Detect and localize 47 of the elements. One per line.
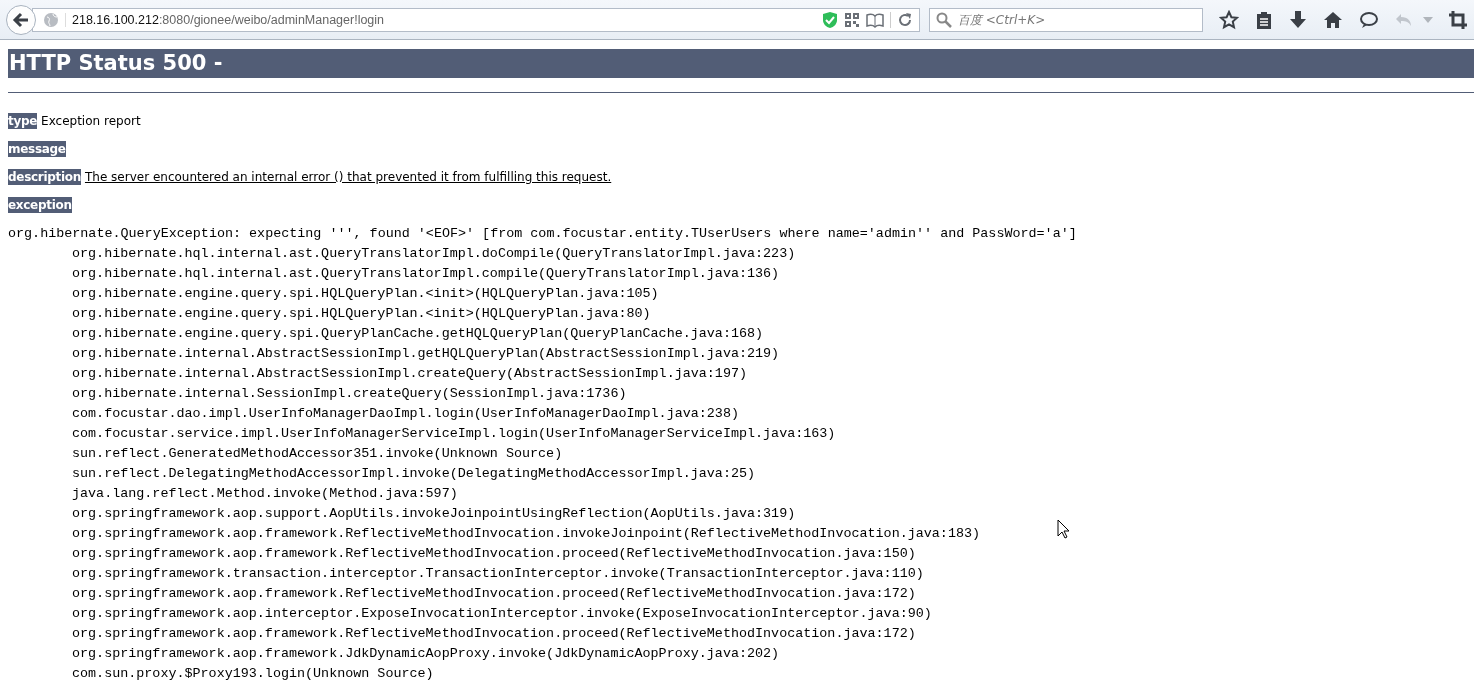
stack-trace-line: org.hibernate.internal.AbstractSessionImpl.getHQLQueryPlan(AbstractSessionImpl.java:219): [71, 345, 780, 363]
stack-trace-line: com.focustar.dao.impl.UserInfoManagerDaoImpl.login(UserInfoManagerDaoImpl.java:238): [71, 405, 739, 423]
stack-trace-line: com.focustar.service.impl.UserInfoManagerServiceImpl.login(UserInfoManagerServiceImpl.java:163): [71, 425, 836, 443]
stack-trace-line: org.springframework.transaction.interceptor.TransactionInterceptor.invoke(TransactionInterceptor.java:110): [71, 565, 924, 583]
stack-trace-line: org.hibernate.internal.SessionImpl.createQuery(SessionImpl.java:1736): [71, 385, 627, 403]
stack-trace-line: org.hibernate.hql.internal.ast.QueryTranslatorImpl.doCompile(QueryTranslatorImpl.java:223): [71, 245, 796, 263]
field-value: Exception report: [41, 114, 141, 128]
stack-trace-line: org.springframework.aop.interceptor.ExposeInvocationInterceptor.invoke(ExposeInvocationInterceptor.java:90): [71, 605, 932, 623]
qr-code-icon[interactable]: [844, 11, 860, 28]
back-button[interactable]: [6, 4, 36, 35]
download-icon[interactable]: [1289, 9, 1307, 30]
crop-icon[interactable]: [1449, 10, 1467, 29]
field-label: exception: [8, 197, 72, 213]
clipboard-icon[interactable]: [1255, 9, 1273, 30]
star-icon[interactable]: [1219, 9, 1239, 30]
url-field[interactable]: 218.16.100.212:8080/gionee/weibo/adminManager!login: [65, 12, 816, 27]
stack-trace-line: org.hibernate.hql.internal.ast.QueryTranslatorImpl.compile(QueryTranslatorImpl.java:136): [71, 265, 780, 283]
search-field[interactable]: 百度 <Ctrl+K>: [929, 7, 1203, 32]
field-label: type: [8, 113, 38, 129]
home-icon[interactable]: [1323, 9, 1343, 30]
stack-trace-line: org.hibernate.internal.AbstractSessionImpl.createQuery(AbstractSessionImpl.java:197): [71, 365, 747, 383]
mouse-pointer-icon: [1057, 519, 1070, 539]
book-icon[interactable]: [866, 11, 884, 28]
chat-bubble-icon[interactable]: [1359, 9, 1379, 30]
field-label: description: [8, 169, 81, 185]
stack-trace-line: org.hibernate.engine.query.spi.QueryPlanCache.getHQLQueryPlan(QueryPlanCache.java:168): [71, 325, 764, 343]
stack-trace-line: org.springframework.aop.framework.JdkDynamicAopProxy.invoke(JdkDynamicAopProxy.java:202): [71, 645, 780, 663]
stack-trace-line: sun.reflect.GeneratedMethodAccessor351.invoke(Unknown Source): [71, 445, 563, 463]
stack-trace-line: org.springframework.aop.framework.ReflectiveMethodInvocation.proceed(ReflectiveMethodInvocation.java:150): [71, 545, 916, 563]
exception-message: org.hibernate.QueryException: expecting ''', found '<EOF>' [from com.focustar.entity.TUserUsers where name='admin'' and PassWord='a']: [8, 225, 1077, 243]
address-bar[interactable]: 218.16.100.212:8080/gionee/weibo/adminManager!login: [32, 7, 920, 32]
stack-trace-line: org.springframework.aop.framework.ReflectiveMethodInvocation.invokeJoinpoint(ReflectiveMethodInvocation.java:183): [71, 525, 981, 543]
stack-trace-line: org.springframework.aop.framework.ReflectiveMethodInvocation.proceed(ReflectiveMethodInvocation.java:172): [71, 625, 916, 643]
field-label: message: [8, 141, 66, 157]
stack-trace-line: org.springframework.aop.framework.ReflectiveMethodInvocation.proceed(ReflectiveMethodInvocation.java:172): [71, 585, 916, 603]
stack-trace-line: org.springframework.aop.support.AopUtils.invokeJoinpointUsingReflection(AopUtils.java:319): [71, 505, 796, 523]
stack-trace-line: org.hibernate.engine.query.spi.HQLQueryPlan.<init>(HQLQueryPlan.java:80): [71, 305, 651, 323]
stack-trace-line: com.sun.proxy.$Proxy193.login(Unknown Source): [71, 665, 434, 682]
globe-icon: [43, 11, 59, 28]
stack-trace-line: sun.reflect.DelegatingMethodAccessorImpl.invoke(DelegatingMethodAccessorImpl.java:25): [71, 465, 756, 483]
stack-trace-line: org.hibernate.engine.query.spi.HQLQueryPlan.<init>(HQLQueryPlan.java:105): [71, 285, 659, 303]
stack-trace-line: java.lang.reflect.Method.invoke(Method.java:597): [71, 485, 458, 503]
reload-icon[interactable]: [897, 11, 913, 28]
page-title: HTTP Status 500 -: [8, 49, 1474, 78]
search-icon: [936, 11, 952, 28]
back-arrow-icon[interactable]: [12, 10, 30, 29]
field-value: The server encountered an internal error () that prevented it from fulfilling this request.: [84, 170, 612, 184]
